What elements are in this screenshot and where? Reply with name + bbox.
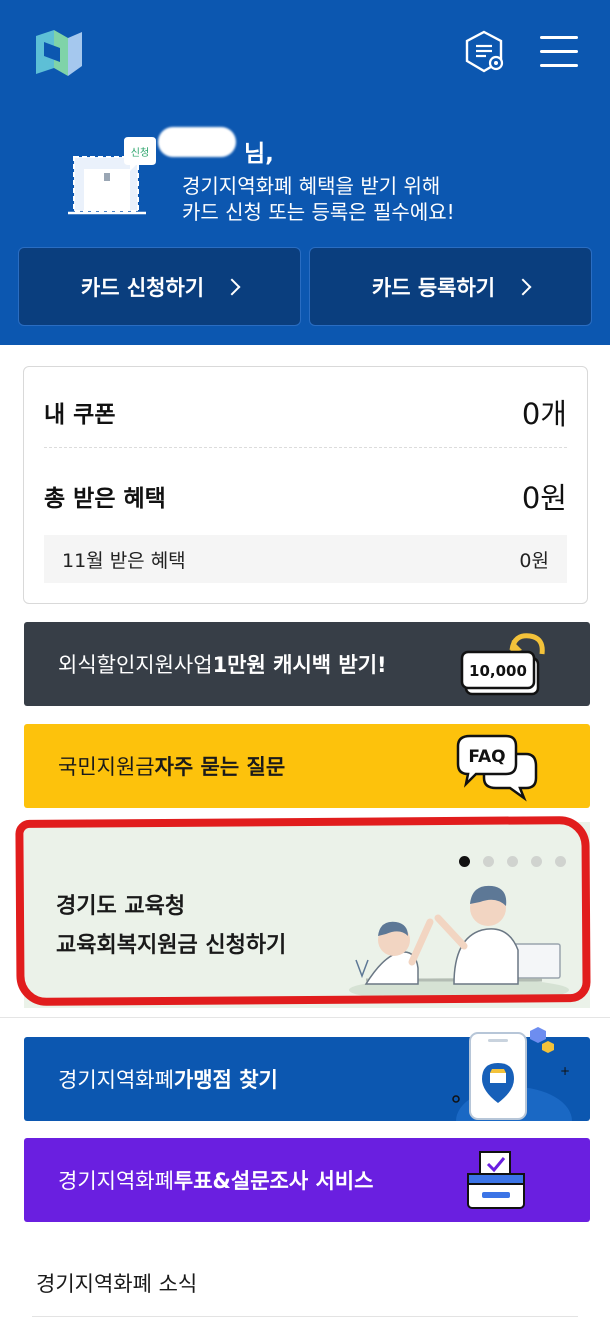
card-register-button[interactable]: 카드 등록하기: [309, 247, 592, 326]
faq-banner-text: 국민지원금: [58, 755, 155, 779]
card-apply-label: 카드 신청하기: [80, 275, 205, 300]
store-banner-text: 경기지역화폐: [58, 1068, 174, 1092]
faq-label: FAQ: [468, 747, 505, 767]
settings-document-icon[interactable]: [464, 30, 508, 74]
divider: [44, 447, 567, 448]
header: 신청 님, 경기지역화폐 혜택을 받기 위해 카드 신청 또는 등록은 필수에요…: [0, 0, 610, 345]
vote-survey-banner[interactable]: 경기지역화폐 투표&설문조사 서비스: [24, 1138, 590, 1222]
benefit-summary-card: 내 쿠폰 0개 총 받은 혜택 0원 11월 받은 혜택 0원: [23, 366, 588, 604]
faq-banner-bold: 자주 묻는 질문: [154, 755, 286, 779]
total-benefit-label: 총 받은 혜택: [44, 486, 166, 512]
app-logo-icon[interactable]: [32, 28, 86, 78]
ballot-box-icon: [467, 1151, 525, 1209]
illus-badge: 신청: [131, 147, 149, 159]
coupon-label: 내 쿠폰: [44, 402, 116, 428]
total-benefit-value: 0원: [521, 481, 567, 515]
vote-banner-bold: 투표&설문조사 서비스: [173, 1169, 374, 1193]
news-divider: [32, 1316, 578, 1317]
cashback-banner-text: 외식할인지원사업: [58, 653, 213, 677]
card-apply-button[interactable]: 카드 신청하기: [18, 247, 301, 326]
greeting-line-2: 카드 신청 또는 등록은 필수에요!: [182, 200, 455, 224]
card-register-label: 카드 등록하기: [371, 275, 496, 300]
chevron-right-icon: [514, 278, 532, 295]
svg-text:+: +: [560, 1064, 570, 1078]
highlight-annotation: [15, 815, 591, 1007]
coupon-row[interactable]: 내 쿠폰 0개: [44, 391, 567, 433]
faq-banner[interactable]: 국민지원금 자주 묻는 질문 FAQ: [24, 724, 590, 808]
voucher-amount: 10,000: [469, 662, 527, 680]
faq-speech-bubble-icon: FAQ: [456, 734, 538, 802]
phone-map-pin-icon: +: [452, 1027, 572, 1121]
hamburger-menu-icon[interactable]: [540, 36, 578, 70]
store-finder-banner[interactable]: 경기지역화폐 가맹점 찾기 +: [24, 1027, 590, 1121]
cashback-banner[interactable]: 외식할인지원사업 1만원 캐시백 받기! 10,000: [24, 622, 590, 706]
coupon-value: 0개: [521, 397, 567, 431]
user-name-redacted: [158, 127, 236, 157]
cash-voucher-icon: 10,000: [460, 633, 545, 696]
news-section-title[interactable]: 경기지역화폐 소식: [36, 1268, 197, 1298]
monthly-benefit-value: 0원: [519, 549, 549, 572]
greeting-suffix: 님,: [244, 141, 274, 167]
chevron-right-icon: [223, 278, 241, 295]
monthly-benefit-row: 11월 받은 혜택 0원: [44, 535, 567, 583]
vote-banner-text: 경기지역화폐: [58, 1169, 174, 1193]
store-banner-bold: 가맹점 찾기: [173, 1068, 278, 1092]
greeting-line-1: 경기지역화폐 혜택을 받기 위해: [182, 174, 441, 198]
monthly-benefit-label: 11월 받은 혜택: [62, 549, 186, 572]
card-application-illustration: 신청: [68, 137, 156, 215]
total-benefit-row[interactable]: 총 받은 혜택 0원: [44, 475, 567, 517]
cashback-banner-bold: 1만원 캐시백 받기!: [212, 653, 387, 677]
section-separator: [0, 1017, 610, 1018]
